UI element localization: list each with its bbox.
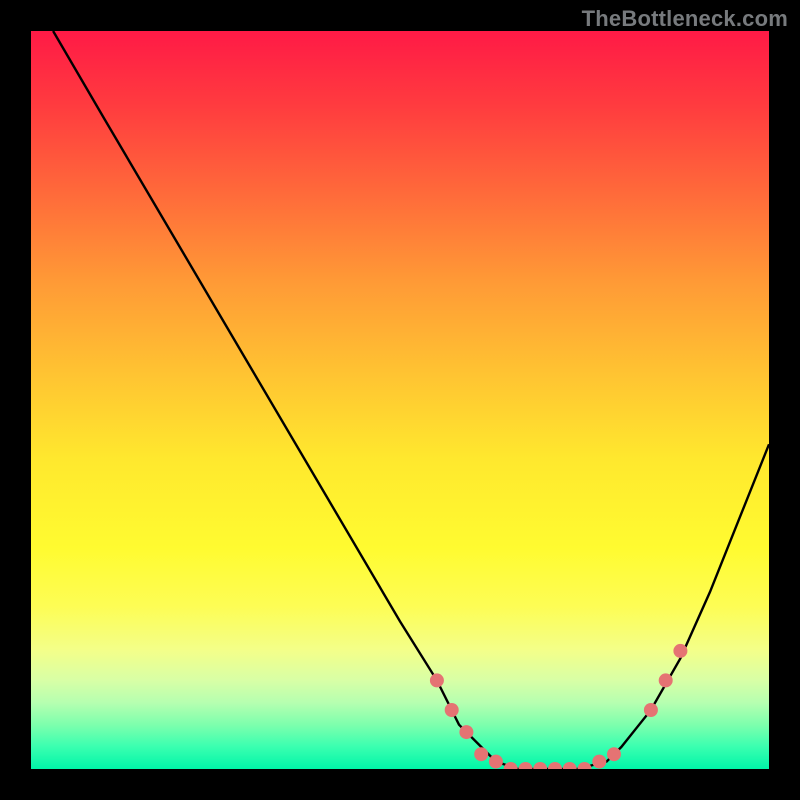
marker-dot [474,747,488,761]
marker-dot [459,725,473,739]
plot-area [31,31,769,769]
marker-dot [445,703,459,717]
curve-layer [31,31,769,769]
marker-dot [607,747,621,761]
marker-dot [489,755,503,769]
marker-dot [659,673,673,687]
chart-frame: TheBottleneck.com [0,0,800,800]
marker-dot [548,762,562,769]
marker-dot [578,762,592,769]
bottleneck-curve [53,31,769,769]
marker-dot [563,762,577,769]
marker-dot [644,703,658,717]
marker-dot [533,762,547,769]
marker-group [430,644,688,769]
marker-dot [592,755,606,769]
marker-dot [504,762,518,769]
marker-dot [430,673,444,687]
marker-dot [519,762,533,769]
marker-dot [673,644,687,658]
watermark-text: TheBottleneck.com [582,6,788,32]
